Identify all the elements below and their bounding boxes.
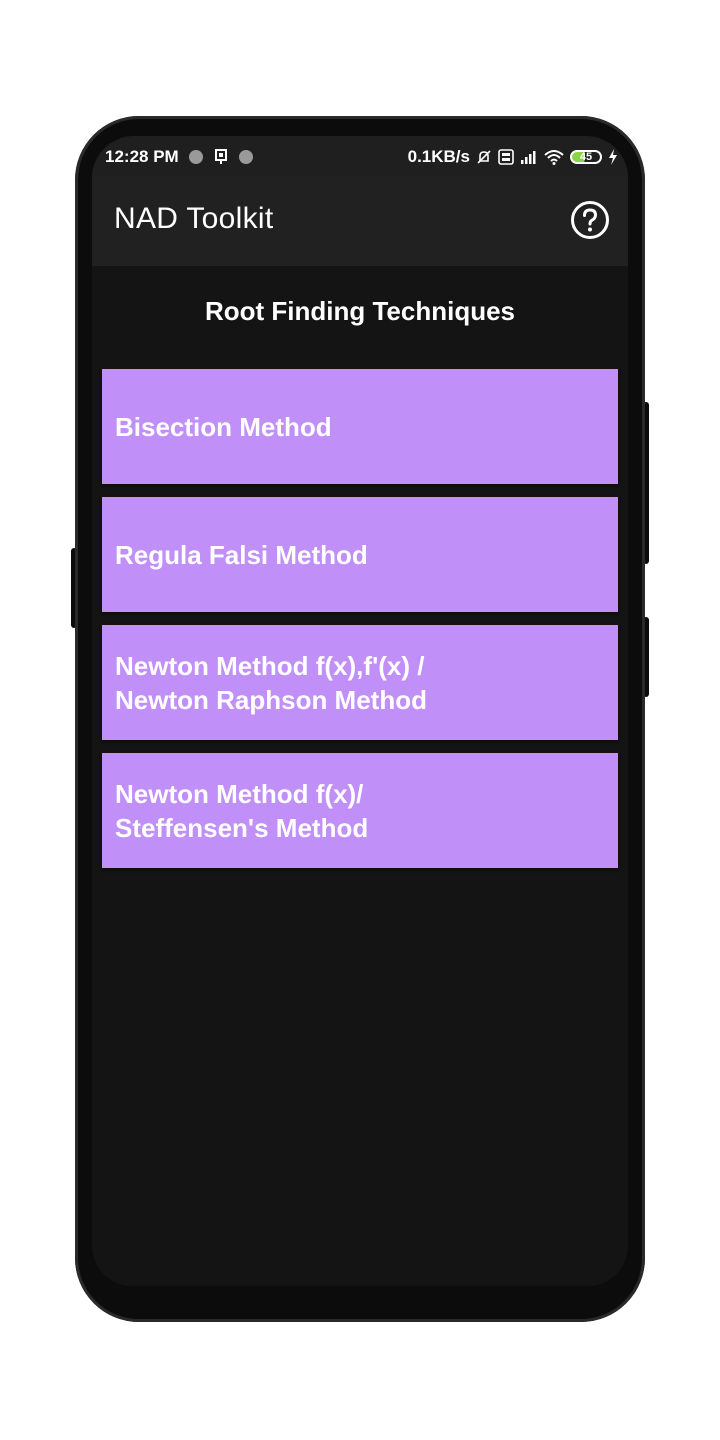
charging-icon xyxy=(609,149,617,165)
regula-falsi-method-button[interactable]: Regula Falsi Method xyxy=(102,497,618,612)
signal-icon xyxy=(521,151,536,164)
notification-dot-icon xyxy=(238,150,253,164)
app-title: NAD Toolkit xyxy=(114,202,274,235)
mute-icon xyxy=(477,150,491,164)
network-speed: 0.1KB/s xyxy=(407,147,470,166)
volte-icon xyxy=(498,149,514,165)
usb-debug-icon xyxy=(214,149,227,164)
status-left: 12:28 PM xyxy=(105,147,253,167)
app-screen: 12:28 PM 0.1KB/s 45 NAD Toolkit Root Fin… xyxy=(92,136,628,1286)
status-right: 0.1KB/s 45 xyxy=(408,147,618,167)
newton-raphson-method-button[interactable]: Newton Method f(x),f'(x) / Newton Raphso… xyxy=(102,625,618,740)
status-bar: 12:28 PM 0.1KB/s 45 xyxy=(92,136,628,176)
method-label: Newton Method f(x),f'(x) / Newton Raphso… xyxy=(115,650,427,715)
method-label: Newton Method f(x)/ Steffensen's Method xyxy=(115,778,369,843)
help-circle-icon[interactable] xyxy=(570,200,610,240)
status-time: 12:28 PM xyxy=(105,147,179,166)
method-label: Regula Falsi Method xyxy=(115,539,368,570)
wifi-icon xyxy=(544,150,564,165)
app-bar: NAD Toolkit xyxy=(92,176,628,266)
method-list: Bisection Method Regula Falsi Method New… xyxy=(102,369,618,881)
steffensen-method-button[interactable]: Newton Method f(x)/ Steffensen's Method xyxy=(102,753,618,868)
bisection-method-button[interactable]: Bisection Method xyxy=(102,369,618,484)
battery-icon: 45 xyxy=(570,150,602,164)
battery-level: 45 xyxy=(579,151,593,163)
notification-dot-icon xyxy=(188,150,203,164)
method-label: Bisection Method xyxy=(115,411,332,442)
section-title: Root Finding Techniques xyxy=(204,296,516,326)
